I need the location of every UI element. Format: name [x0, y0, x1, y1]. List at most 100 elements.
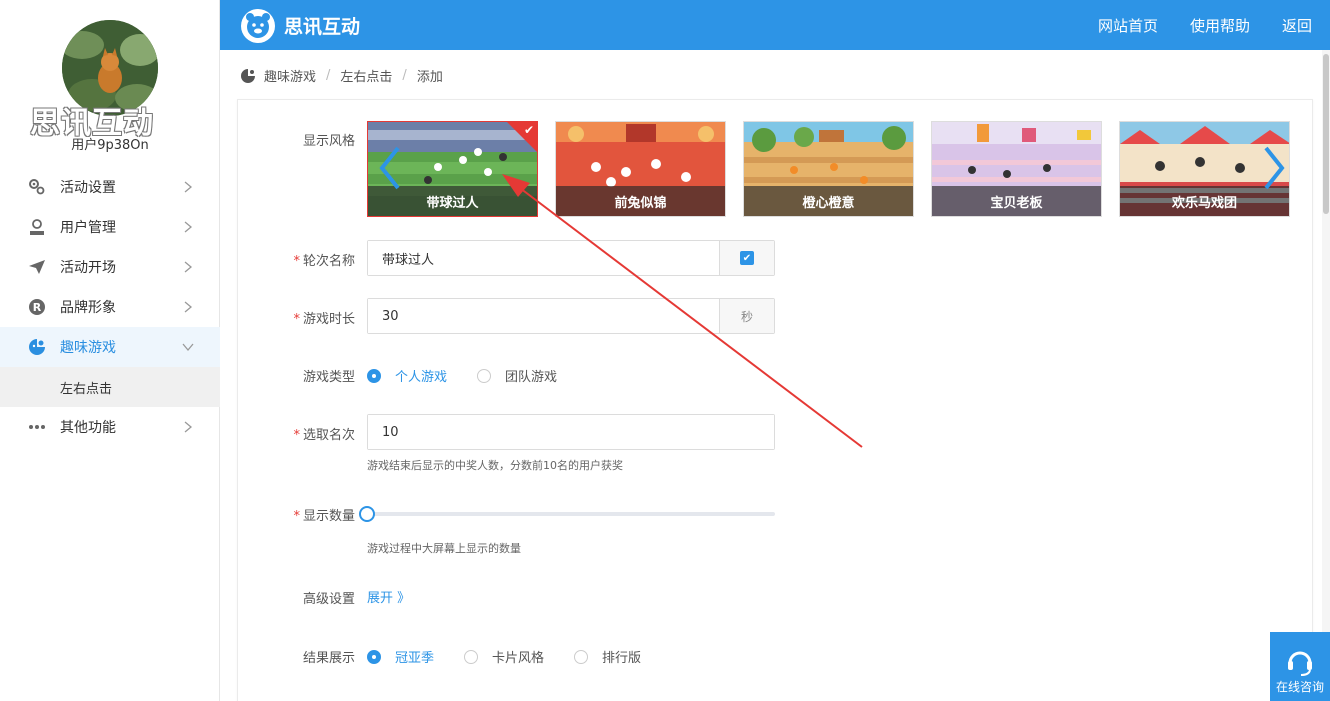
display-count-label-text: 显示数量 — [302, 509, 355, 524]
duration-label: * 游戏时长 — [255, 308, 355, 327]
round-name-field: ✔ — [367, 240, 775, 276]
help-link[interactable]: 使用帮助 — [1190, 15, 1250, 36]
radio-dot — [367, 368, 381, 383]
radio-label: 排行版 — [602, 651, 642, 666]
winners-field — [367, 414, 775, 450]
headset-icon — [1288, 651, 1312, 676]
more-dots-icon — [28, 418, 46, 436]
style-thumb-rabbit[interactable]: 前兔似锦 — [555, 121, 726, 217]
round-name-label-text: 轮次名称 — [302, 254, 355, 269]
brand-name: 思讯互动 — [284, 16, 361, 38]
sidebar-item-activity-opening[interactable]: 活动开场 — [0, 247, 220, 287]
radio-dot — [367, 649, 381, 664]
style-thumb-caption: 前兔似锦 — [556, 186, 725, 216]
breadcrumb-separator: / — [326, 68, 331, 83]
back-link[interactable]: 返回 — [1282, 15, 1312, 36]
breadcrumb-item[interactable]: 趣味游戏 — [264, 66, 316, 85]
bear-logo-icon[interactable] — [240, 8, 276, 44]
chevron-right-icon — [184, 181, 193, 193]
display-count-slider-thumb[interactable] — [359, 506, 375, 522]
style-thumb-caption: 宝贝老板 — [932, 186, 1101, 216]
paper-plane-icon — [28, 258, 46, 276]
required-mark: * — [293, 254, 300, 269]
radio-dot — [464, 649, 479, 664]
style-label: 显示风格 — [302, 134, 355, 149]
online-consult-button[interactable]: 在线咨询 — [1270, 632, 1330, 701]
round-name-addon[interactable]: ✔ — [719, 241, 774, 275]
gears-icon — [28, 178, 46, 196]
consult-label: 在线咨询 — [1275, 680, 1324, 694]
sidebar-item-brand-image[interactable]: R 品牌形象 — [0, 287, 220, 327]
carousel-prev-icon[interactable] — [378, 145, 402, 191]
required-mark: * — [293, 312, 300, 327]
radio-dot — [574, 649, 589, 664]
radio-label: 团队游戏 — [505, 370, 558, 385]
radio-label: 卡片风格 — [492, 651, 545, 666]
sidebar-item-activity-settings[interactable]: 活动设置 — [0, 167, 220, 207]
user-icon — [28, 218, 46, 236]
chevron-right-icon — [184, 221, 193, 233]
result-radio-group: 冠亚季 卡片风格 排行版 — [367, 647, 671, 666]
sidebar-item-label: 活动开场 — [60, 260, 116, 276]
required-mark: * — [293, 509, 300, 524]
chevron-right-icon — [184, 301, 193, 313]
sidebar-item-label: 活动设置 — [60, 180, 116, 196]
sidebar-item-label: 趣味游戏 — [60, 340, 116, 356]
winners-label: * 选取名次 — [255, 424, 355, 443]
display-count-label: * 显示数量 — [255, 505, 355, 524]
winners-input[interactable] — [368, 415, 774, 449]
game-icon — [241, 68, 255, 83]
expand-link[interactable]: 展开 》 — [367, 587, 410, 606]
radio-podium[interactable]: 冠亚季 — [367, 647, 434, 666]
sidebar-item-user-management[interactable]: 用户管理 — [0, 207, 220, 247]
required-mark: * — [293, 428, 300, 443]
sidebar: 思讯互动 用户9p38On 活动设置 用户管理 活动开场 R 品牌形象 趣味游戏… — [0, 0, 220, 701]
check-icon: ✔ — [523, 123, 534, 137]
registered-icon: R — [28, 298, 46, 316]
duration-field: 秒 — [367, 298, 775, 334]
radio-dot — [477, 368, 492, 383]
duration-input[interactable] — [368, 299, 719, 333]
style-thumb-baby[interactable]: 宝贝老板 — [931, 121, 1102, 217]
round-name-label: * 轮次名称 — [255, 250, 355, 269]
round-name-input[interactable] — [368, 241, 719, 275]
submenu-item-left-right-click[interactable]: 左右点击 — [0, 367, 220, 407]
scrollbar-thumb[interactable] — [1323, 54, 1329, 214]
radio-team[interactable]: 团队游戏 — [477, 366, 557, 385]
sidebar-menu: 活动设置 用户管理 活动开场 R 品牌形象 趣味游戏 左右点击 其他功能 — [0, 167, 220, 447]
svg-text:R: R — [33, 301, 42, 314]
advanced-label: 高级设置 — [302, 592, 355, 607]
breadcrumb-separator: / — [402, 68, 407, 83]
display-count-slider-track[interactable] — [367, 512, 775, 516]
round-name-checkbox[interactable]: ✔ — [740, 251, 754, 265]
style-thumb-orange[interactable]: 橙心橙意 — [743, 121, 914, 217]
top-links: 网站首页 使用帮助 返回 — [1098, 0, 1330, 50]
sidebar-item-label: 其他功能 — [60, 420, 116, 436]
radio-ranking[interactable]: 排行版 — [574, 647, 641, 666]
duration-unit: 秒 — [719, 299, 774, 333]
home-link[interactable]: 网站首页 — [1098, 15, 1158, 36]
chevron-right-icon — [184, 261, 193, 273]
game-type-radio-group: 个人游戏 团队游戏 — [367, 366, 587, 385]
radio-individual[interactable]: 个人游戏 — [367, 366, 447, 385]
display-count-hint: 游戏过程中大屏幕上显示的数量 — [367, 542, 521, 555]
breadcrumb-item[interactable]: 左右点击 — [340, 66, 392, 85]
chevron-right-icon — [184, 421, 193, 433]
chevron-down-icon — [182, 343, 194, 352]
sidebar-item-fun-games[interactable]: 趣味游戏 — [0, 327, 220, 367]
radio-label: 个人游戏 — [395, 370, 448, 385]
top-bar: 思讯互动 网站首页 使用帮助 返回 — [220, 0, 1330, 50]
radio-card-style[interactable]: 卡片风格 — [464, 647, 544, 666]
winners-hint: 游戏结束后显示的中奖人数，分数前10名的用户获奖 — [367, 459, 623, 472]
duration-label-text: 游戏时长 — [302, 312, 355, 327]
carousel-next-icon[interactable] — [1262, 145, 1286, 191]
result-label: 结果展示 — [302, 651, 355, 666]
radio-label: 冠亚季 — [395, 651, 435, 666]
winners-label-text: 选取名次 — [302, 428, 355, 443]
game-icon — [28, 338, 46, 356]
sidebar-item-label: 用户管理 — [60, 220, 116, 236]
game-type-label: 游戏类型 — [302, 370, 355, 385]
sidebar-item-other-functions[interactable]: 其他功能 — [0, 407, 220, 447]
breadcrumb-item: 添加 — [416, 70, 443, 85]
style-thumb-caption: 橙心橙意 — [744, 186, 913, 216]
